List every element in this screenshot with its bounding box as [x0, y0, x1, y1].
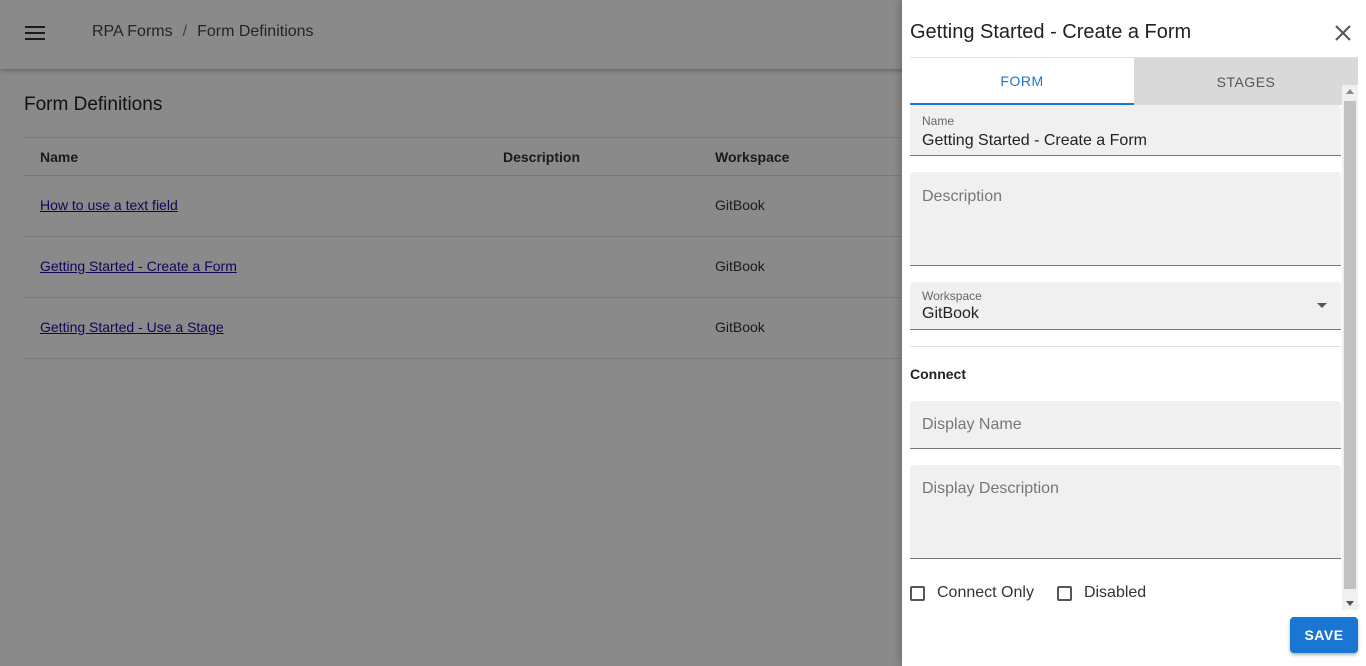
display-description-field[interactable]: Display Description: [910, 465, 1341, 559]
name-field-value: Getting Started - Create a Form: [922, 132, 1147, 149]
edit-form-drawer: Getting Started - Create a Form FORM STA…: [902, 0, 1366, 666]
display-description-placeholder: Display Description: [922, 480, 1059, 497]
section-divider: [910, 346, 1341, 347]
disabled-label: Disabled: [1083, 584, 1147, 601]
drawer-tabs: FORM STAGES: [910, 58, 1358, 105]
connect-only-checkbox[interactable]: Connect Only: [910, 584, 1034, 602]
checkbox-row: Connect Only Disabled: [910, 584, 1169, 602]
name-field-label: Name: [922, 114, 955, 128]
tab-stages[interactable]: STAGES: [1134, 58, 1358, 105]
workspace-select[interactable]: Workspace GitBook: [910, 282, 1341, 330]
connect-section-label: Connect: [910, 366, 966, 382]
description-field[interactable]: Description: [910, 172, 1341, 266]
description-placeholder: Description: [922, 188, 1003, 205]
drawer-title: Getting Started - Create a Form: [910, 21, 1192, 43]
chevron-down-icon[interactable]: [1317, 303, 1327, 308]
close-icon[interactable]: [1332, 22, 1354, 44]
display-name-placeholder: Display Name: [922, 416, 1022, 433]
scrollbar-thumb[interactable]: [1344, 101, 1356, 589]
tab-form[interactable]: FORM: [910, 58, 1134, 105]
disabled-checkbox[interactable]: Disabled: [1056, 584, 1147, 602]
workspace-label: Workspace: [922, 289, 982, 303]
scroll-up-arrow-icon[interactable]: [1346, 89, 1354, 94]
display-name-field[interactable]: Display Name: [910, 401, 1341, 449]
checkbox-icon[interactable]: [910, 585, 925, 601]
connect-only-label: Connect Only: [937, 584, 1034, 601]
form-scroll-area: Name Getting Started - Create a Form Des…: [910, 105, 1342, 610]
vertical-scrollbar[interactable]: [1342, 85, 1358, 610]
save-button[interactable]: SAVE: [1290, 617, 1358, 653]
workspace-value: GitBook: [922, 305, 979, 322]
checkbox-icon[interactable]: [1056, 585, 1072, 601]
name-field[interactable]: Name Getting Started - Create a Form: [910, 105, 1341, 156]
scroll-down-arrow-icon[interactable]: [1346, 601, 1354, 606]
